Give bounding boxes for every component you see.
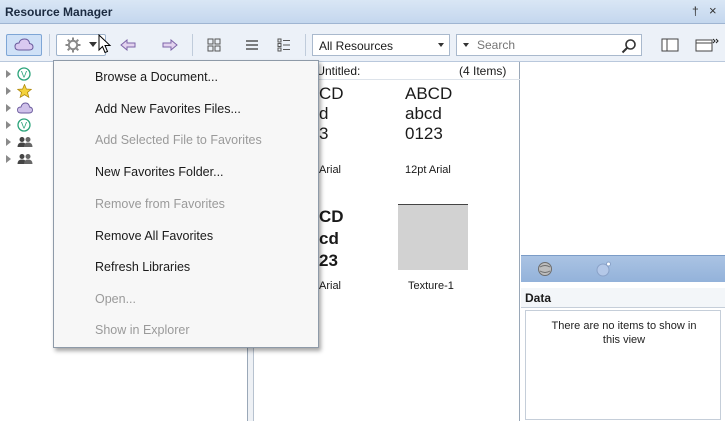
font-sample-line: CD <box>319 84 344 103</box>
title-bar: Resource Manager † × <box>0 0 725 24</box>
resource-caption: Arial <box>319 280 342 292</box>
panel-overflow-icon <box>695 38 719 52</box>
font-sample-line: d <box>319 104 329 123</box>
expand-arrow-icon[interactable] <box>6 70 11 78</box>
preview-panel: Data There are no items to show in this … <box>521 62 725 421</box>
resource-caption: Texture-1 <box>408 280 454 292</box>
menu-item-label: Remove All Favorites <box>95 229 214 243</box>
menu-item-browse-document[interactable]: Browse a Document... <box>54 62 318 93</box>
pin-icon[interactable]: † <box>692 4 699 18</box>
star-icon <box>17 84 32 98</box>
menu-item-remove-from-favorites: Remove from Favorites <box>54 189 318 220</box>
item-count: (4 Items) <box>459 64 507 78</box>
menu-item-label: Show in Explorer <box>95 323 190 337</box>
expand-arrow-icon[interactable] <box>6 138 11 146</box>
expand-arrow-icon[interactable] <box>6 87 11 95</box>
material-sphere-icon <box>596 261 611 277</box>
menu-item-label: Open... <box>95 292 136 306</box>
menu-item-label: New Favorites Folder... <box>95 165 224 179</box>
svg-text:V: V <box>21 70 27 80</box>
font-sample-line: 23 <box>319 251 338 270</box>
resource-filter-select[interactable]: All Resources <box>312 34 450 56</box>
forward-button[interactable] <box>158 34 182 56</box>
font-sample-line: cd <box>319 229 339 248</box>
arrow-right-icon <box>162 39 178 51</box>
data-panel-title: Data <box>525 291 552 305</box>
menu-item-label: Browse a Document... <box>95 70 218 84</box>
resource-caption: Arial <box>319 164 342 176</box>
preview-material-button[interactable] <box>591 258 615 280</box>
sphere-icon <box>538 262 552 276</box>
large-icons-view-button[interactable] <box>202 34 226 56</box>
window-title: Resource Manager <box>5 5 113 19</box>
tree-item[interactable] <box>4 100 33 116</box>
empty-message: There are no items to show in this view <box>526 319 722 347</box>
search-icon[interactable] <box>621 38 637 54</box>
cloud-icon <box>14 38 34 51</box>
vault-icon: V <box>17 67 31 81</box>
chevron-down-icon <box>89 42 97 47</box>
search-box[interactable] <box>456 34 642 56</box>
settings-menu: Browse a Document... Add New Favorites F… <box>53 60 319 348</box>
details-view-button[interactable] <box>272 34 296 56</box>
font-sample-line: 3 <box>319 124 329 143</box>
menu-item-refresh-libraries[interactable]: Refresh Libraries <box>54 252 318 283</box>
expand-arrow-icon[interactable] <box>6 155 11 163</box>
search-scope-chevron-icon[interactable] <box>463 43 469 47</box>
preview-toolbar <box>521 255 725 282</box>
more-options-button[interactable] <box>692 34 722 56</box>
preview-3d-button[interactable] <box>533 258 557 280</box>
menu-item-new-favorites-folder[interactable]: New Favorites Folder... <box>54 157 318 188</box>
list-view-button[interactable] <box>240 34 264 56</box>
tree-item[interactable] <box>4 151 33 167</box>
grid-view-icon <box>207 38 221 52</box>
menu-item-open: Open... <box>54 284 318 315</box>
menu-item-label: Add New Favorites Files... <box>95 102 241 116</box>
preview-area <box>521 62 725 255</box>
panel-icon <box>661 38 679 52</box>
users-icon <box>17 154 33 164</box>
empty-message-line: this view <box>602 334 646 346</box>
users-icon <box>17 137 33 147</box>
search-input[interactable] <box>477 37 607 53</box>
tree-item[interactable] <box>4 134 33 150</box>
menu-item-add-selected-to-favorites: Add Selected File to Favorites <box>54 125 318 156</box>
resource-filter-value: All Resources <box>319 39 394 53</box>
svg-text:V: V <box>21 121 27 131</box>
gear-icon <box>65 37 81 53</box>
current-path: \Untitled: <box>313 64 361 78</box>
font-sample-line: CD <box>319 207 344 226</box>
cloud-button[interactable] <box>6 34 42 56</box>
back-button[interactable] <box>116 34 140 56</box>
details-view-icon <box>277 38 290 52</box>
menu-item-label: Refresh Libraries <box>95 260 191 274</box>
empty-message-line: There are no items to show in <box>551 320 697 332</box>
menu-item-label: Add Selected File to Favorites <box>95 133 262 147</box>
data-panel-body: There are no items to show in this view <box>525 310 721 420</box>
font-sample-line: abcd <box>405 104 442 123</box>
cloud-icon <box>17 102 33 114</box>
menu-item-show-in-explorer: Show in Explorer <box>54 315 318 346</box>
texture-thumbnail <box>398 204 468 270</box>
tree-item[interactable]: V <box>4 117 31 133</box>
close-icon[interactable]: × <box>709 3 717 18</box>
data-panel-header: Data <box>521 288 725 308</box>
font-sample-line: 0123 <box>405 124 443 143</box>
preview-pane-button[interactable] <box>656 34 684 56</box>
menu-item-label: Remove from Favorites <box>95 197 225 211</box>
tree-item[interactable]: V <box>4 66 31 82</box>
arrow-left-icon <box>120 39 136 51</box>
font-sample-line: ABCD <box>405 84 453 103</box>
chevron-down-icon <box>438 43 444 47</box>
expand-arrow-icon[interactable] <box>6 121 11 129</box>
mouse-cursor-icon <box>98 34 112 54</box>
tree-item[interactable] <box>4 83 32 99</box>
menu-item-add-new-favorites-files[interactable]: Add New Favorites Files... <box>54 94 318 125</box>
vault-icon: V <box>17 118 31 132</box>
resource-caption: 12pt Arial <box>405 164 451 176</box>
list-view-icon <box>246 40 258 50</box>
menu-item-remove-all-favorites[interactable]: Remove All Favorites <box>54 221 318 252</box>
expand-arrow-icon[interactable] <box>6 104 11 112</box>
